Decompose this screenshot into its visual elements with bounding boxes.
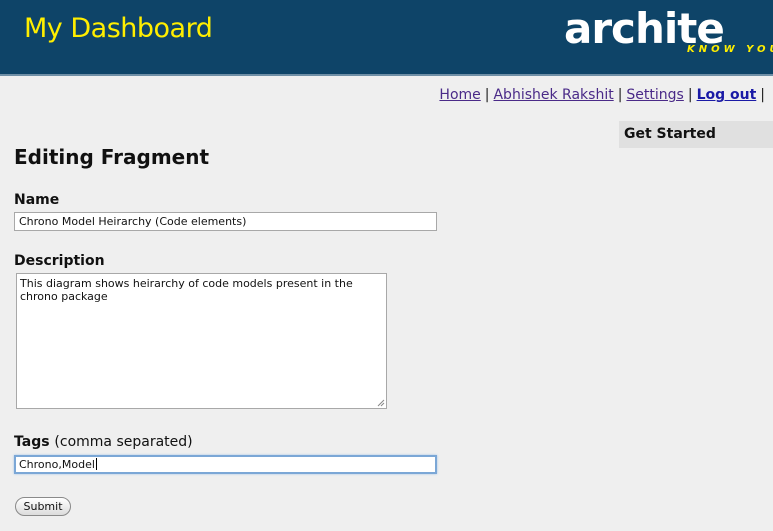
nav-separator: | <box>760 87 765 103</box>
nav-separator: | <box>687 87 693 103</box>
app-title: My Dashboard <box>24 13 213 44</box>
nav-user-link[interactable]: Abhishek Rakshit <box>493 87 613 103</box>
text-caret <box>95 458 97 470</box>
nav-logout-link[interactable]: Log out <box>697 87 757 103</box>
nav-home-link[interactable]: Home <box>439 87 480 103</box>
site-header: My Dashboard archite KNOW YOU <box>0 0 773 76</box>
description-label: Description <box>14 253 105 269</box>
get-started-panel: Get Started <box>619 121 773 148</box>
name-label: Name <box>14 192 60 208</box>
tags-value: Chrono,Model <box>19 458 95 471</box>
get-started-title: Get Started <box>624 126 716 142</box>
tags-field[interactable]: Chrono,Model <box>14 455 437 474</box>
brand-logo[interactable]: archite KNOW YOU <box>564 8 773 58</box>
nav-separator: | <box>484 87 490 103</box>
description-textarea[interactable]: This diagram shows heirarchy of code mod… <box>16 273 387 409</box>
tags-label-text: Tags <box>14 434 50 450</box>
name-field[interactable]: Chrono Model Heirarchy (Code elements) <box>14 212 437 231</box>
description-text: This diagram shows heirarchy of code mod… <box>20 277 353 303</box>
top-nav: Home | Abhishek Rakshit | Settings | Log out | <box>439 87 769 103</box>
logo-tagline: KNOW YOU <box>687 44 773 55</box>
page-title: Editing Fragment <box>14 145 210 169</box>
nav-settings-link[interactable]: Settings <box>626 87 683 103</box>
resize-grip-icon[interactable] <box>376 398 385 407</box>
tags-label: Tags (comma separated) <box>14 434 193 450</box>
submit-button[interactable]: Submit <box>15 497 71 516</box>
tags-hint: (comma separated) <box>54 434 193 450</box>
nav-separator: | <box>617 87 623 103</box>
